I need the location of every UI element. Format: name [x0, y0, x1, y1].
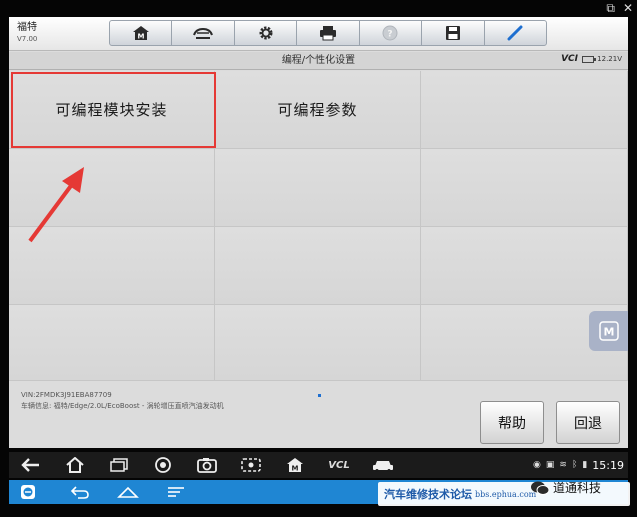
help-button[interactable]: 帮助 [480, 401, 544, 444]
help-icon: ? [382, 25, 398, 41]
clock: 15:19 [592, 458, 624, 472]
device-screen: 福特 V7.00 M ? 编程/个性化设置 VCI 12.21V 可编程模块安装… [9, 17, 628, 448]
blue-back-button[interactable] [61, 480, 99, 504]
grid-item-empty [421, 227, 628, 305]
grid-item-label: 可编程参数 [277, 101, 358, 119]
vehicle-button[interactable] [172, 21, 235, 45]
top-header: 福特 V7.00 M ? [9, 17, 628, 51]
m-logo-icon: M [287, 458, 303, 473]
android-nav-bar: M VCL ◉ ▣ ≋ ᛒ ▮ 15:19 [9, 452, 628, 478]
grid-item-empty [421, 149, 628, 227]
car-icon [373, 461, 393, 472]
home-icon [66, 457, 84, 473]
home-icon: M [132, 26, 149, 41]
home-icon [117, 486, 139, 498]
nav-home-button[interactable] [53, 452, 97, 478]
battery-status: 12.21V [582, 55, 622, 63]
annotate-button[interactable] [485, 21, 546, 45]
teamviewer-icon [21, 485, 35, 499]
brand-watermark: 道通科技 [530, 479, 601, 496]
print-button[interactable] [297, 21, 360, 45]
back-button[interactable]: 回退 [556, 401, 620, 444]
brand-watermark-label: 道通科技 [553, 481, 602, 495]
status-area: ◉ ▣ ≋ ᛒ ▮ 15:19 [533, 452, 624, 478]
grid-item-parameters[interactable]: 可编程参数 [215, 71, 421, 149]
grid-item-module-install[interactable]: 可编程模块安装 [9, 71, 215, 149]
vci-status: VCI [561, 54, 578, 64]
sub-title-bar: 编程/个性化设置 VCI 12.21V [9, 52, 628, 70]
blue-home-button[interactable] [109, 480, 147, 504]
nav-vcl-button[interactable]: VCL [317, 452, 361, 478]
voltage-label: 12.21V [597, 55, 622, 63]
gear-icon [259, 26, 273, 40]
pen-icon [507, 25, 523, 41]
printer-icon [319, 26, 336, 41]
grid-item-label: 可编程模块安装 [55, 101, 168, 119]
teamviewer-button[interactable] [9, 480, 47, 504]
grid-item-empty [215, 227, 421, 305]
recent-apps-icon [110, 458, 128, 472]
forum-name: 汽车维修技术论坛 [384, 488, 472, 501]
main-toolbar: M ? [109, 20, 547, 46]
nav-back-button[interactable] [9, 452, 53, 478]
m-logo-icon: M [598, 321, 619, 341]
settings-button[interactable] [235, 21, 298, 45]
blue-menu-button[interactable] [157, 480, 195, 504]
svg-text:?: ? [388, 30, 393, 40]
camera-icon [197, 458, 217, 473]
menu-icon [168, 487, 184, 497]
svg-text:M: M [137, 33, 144, 41]
vcl-label: VCL [328, 459, 350, 471]
vehicle-icon [193, 27, 214, 39]
version-label: V7.00 [17, 35, 38, 43]
battery-icon [582, 55, 597, 63]
back-arrow-icon [21, 458, 39, 472]
nav-camera-button[interactable] [185, 452, 229, 478]
forum-url: bbs.ephua.com [475, 489, 537, 499]
home-button[interactable]: M [110, 21, 173, 45]
close-icon[interactable]: ✕ [623, 0, 633, 16]
vehicle-info-panel: VIN:2FMDK3J91EBA87709 车辆信息: 福特/Edge/2.0L… [9, 381, 628, 448]
pointer-arrow-icon [28, 167, 84, 243]
nav-maxisys-button[interactable]: M [273, 452, 317, 478]
save-icon [445, 26, 460, 40]
browser-icon [155, 457, 171, 473]
battery-icon: ▮ [582, 460, 588, 470]
grid-item-empty [421, 71, 628, 149]
brand-block: 福特 V7.00 [17, 21, 37, 44]
nav-car-button[interactable] [361, 452, 405, 478]
grid-item-empty [215, 149, 421, 227]
floating-menu-button[interactable]: M [589, 311, 628, 351]
help-toolbar-button[interactable]: ? [360, 21, 423, 45]
function-grid: 可编程模块安装 可编程参数 [9, 71, 628, 381]
vin-label: VIN:2FMDK3J91EBA87709 [21, 391, 112, 399]
grid-item-empty [9, 305, 215, 381]
screen-share-icon: ▣ [545, 460, 555, 470]
eye-icon: ◉ [533, 460, 541, 470]
svg-text:M: M [292, 465, 299, 473]
screenshot-icon [241, 458, 261, 472]
nav-screenshot-button[interactable] [229, 452, 273, 478]
nav-browser-button[interactable] [141, 452, 185, 478]
grid-item-empty [215, 305, 421, 381]
svg-text:M: M [603, 326, 614, 339]
vehicle-info-label: 车辆信息: 福特/Edge/2.0L/EcoBoost - 涡轮增压直喷汽油发动… [21, 402, 224, 410]
wifi-icon: ≋ [559, 460, 567, 470]
external-link-icon[interactable]: ⧉ [606, 0, 615, 16]
bluetooth-icon: ᛒ [571, 460, 578, 470]
nav-recent-button[interactable] [97, 452, 141, 478]
save-button[interactable] [422, 21, 485, 45]
brand-name: 福特 [17, 22, 37, 33]
window-corner-controls: ⧉ ✕ [606, 0, 633, 16]
page-indicator [318, 394, 321, 397]
page-title: 编程/个性化设置 [281, 55, 356, 66]
wechat-icon [531, 481, 550, 495]
back-arrow-icon [70, 486, 89, 499]
